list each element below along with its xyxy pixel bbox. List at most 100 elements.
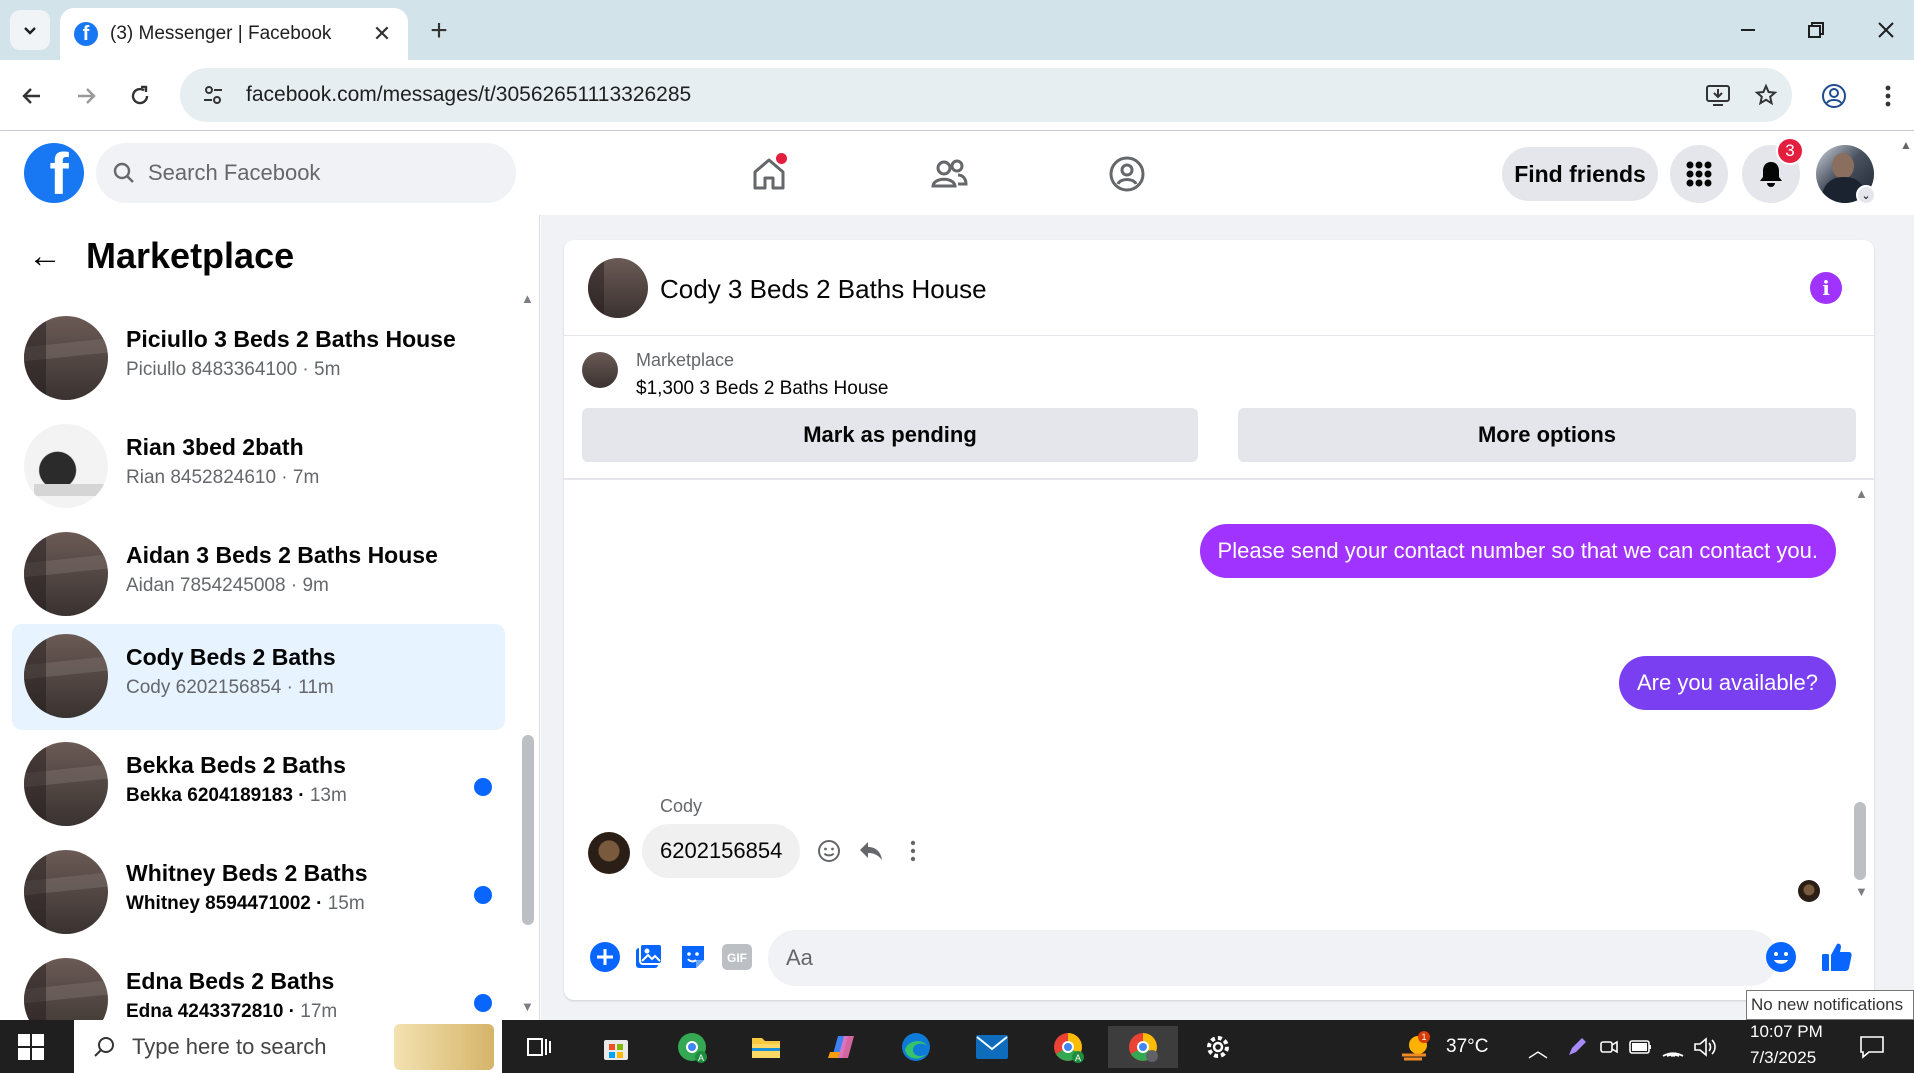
conversation-item[interactable]: Aidan 3 Beds 2 Baths House Aidan 7854245… — [12, 522, 505, 628]
gif-icon[interactable]: GIF — [720, 940, 754, 974]
listing-title[interactable]: $1,300 3 Beds 2 Baths House — [636, 378, 888, 400]
friends-icon — [931, 159, 968, 188]
mark-as-pending-button[interactable]: Mark as pending — [582, 408, 1198, 462]
chrome-profile-b-icon[interactable]: A — [1042, 1026, 1094, 1068]
incoming-message[interactable]: 6202156854 — [642, 824, 801, 878]
sender-avatar[interactable] — [588, 832, 630, 874]
conversation-item-active[interactable]: Cody Beds 2 Baths Cody 6202156854 · 11m — [12, 624, 505, 730]
weather-temperature[interactable]: 37°C — [1446, 1036, 1488, 1058]
chrome-active-icon[interactable] — [1108, 1026, 1178, 1068]
conversation-name: Rian 3bed 2bath — [126, 434, 304, 460]
find-friends-button[interactable]: Find friends — [1502, 147, 1658, 201]
outgoing-message[interactable]: Are you available? — [1618, 656, 1836, 710]
emoji-icon[interactable] — [1764, 940, 1798, 974]
reload-button[interactable] — [122, 78, 158, 114]
chat-title[interactable]: Cody 3 Beds 2 Baths House — [660, 274, 987, 305]
chat-scrollbar[interactable] — [1854, 802, 1866, 880]
chat-photo[interactable] — [588, 258, 648, 318]
facebook-logo[interactable]: f — [24, 143, 84, 203]
forward-button[interactable] — [68, 78, 104, 114]
page-scroll-up-icon[interactable]: ▲ — [1900, 138, 1912, 152]
taskbar-search-input[interactable]: Type here to search — [74, 1020, 502, 1073]
install-app-icon[interactable] — [1696, 73, 1740, 117]
chat-scroll-down-icon[interactable]: ▼ — [1855, 884, 1868, 899]
thumbs-up-icon[interactable] — [1820, 940, 1854, 974]
volume-icon[interactable] — [1690, 1026, 1720, 1068]
task-view-icon[interactable] — [514, 1026, 566, 1068]
back-arrow-icon[interactable]: ← — [28, 237, 62, 276]
pen-icon[interactable] — [1562, 1026, 1592, 1068]
settings-gear-icon[interactable] — [1192, 1026, 1244, 1068]
outgoing-message[interactable]: Please send your contact number so that … — [1199, 524, 1836, 578]
close-tab-icon[interactable]: ✕ — [370, 21, 394, 47]
info-icon[interactable]: i — [1810, 272, 1842, 304]
sidebar-header: ← Marketplace — [28, 235, 294, 277]
sidebar-scrollbar[interactable] — [522, 735, 534, 925]
browser-menu-button[interactable] — [1870, 78, 1906, 114]
conversation-item[interactable]: Edna Beds 2 Baths Edna 4243372810 · 17m — [12, 948, 505, 1020]
message-more-button[interactable] — [896, 834, 930, 868]
conversation-item[interactable]: Rian 3bed 2bath Rian 8452824610 · 7m — [12, 414, 505, 520]
tab-search-button[interactable] — [10, 10, 50, 50]
minimize-button[interactable] — [1728, 12, 1768, 48]
conversation-name: Piciullo 3 Beds 2 Baths House — [126, 326, 456, 352]
minimize-icon — [1741, 29, 1755, 31]
listing-photo[interactable] — [582, 352, 618, 388]
new-tab-button[interactable]: + — [423, 14, 455, 48]
microsoft-store-icon[interactable] — [590, 1026, 642, 1068]
browser-toolbar: facebook.com/messages/t/3056265111332628… — [0, 60, 1914, 130]
wifi-icon[interactable] — [1658, 1026, 1688, 1068]
copilot-icon[interactable] — [816, 1026, 868, 1068]
browser-tab[interactable]: f (3) Messenger | Facebook ✕ — [60, 8, 408, 60]
weather-icon[interactable]: 1 — [1390, 1026, 1442, 1068]
scroll-down-icon[interactable]: ▼ — [521, 999, 534, 1014]
close-window-button[interactable] — [1866, 12, 1906, 48]
nav-home[interactable] — [744, 149, 794, 199]
conversation-item[interactable]: Bekka Beds 2 Baths Bekka 6204189183 · 13… — [12, 732, 505, 838]
conversation-item[interactable]: Whitney Beds 2 Baths Whitney 8594471002 … — [12, 840, 505, 946]
site-settings-icon[interactable] — [198, 80, 228, 110]
chrome-profile-a-icon[interactable]: A — [666, 1026, 718, 1068]
show-hidden-icons-chevron-icon[interactable]: ︿ — [1528, 1034, 1548, 1063]
photo-icon[interactable] — [632, 940, 666, 974]
file-explorer-icon[interactable] — [740, 1026, 792, 1068]
menu-button[interactable] — [1670, 145, 1728, 203]
more-options-button[interactable]: More options — [1238, 408, 1856, 462]
windows-start-icon[interactable] — [18, 1034, 44, 1060]
groups-icon — [1109, 156, 1145, 192]
conversation-item[interactable]: Piciullo 3 Beds 2 Baths House Piciullo 8… — [12, 306, 505, 412]
message-input[interactable]: Aa — [768, 930, 1778, 986]
conversation-preview: Edna 4243372810 · 17m — [126, 1001, 338, 1020]
plus-circle-icon[interactable] — [588, 940, 622, 974]
svg-text:GIF: GIF — [727, 951, 747, 965]
kebab-menu-icon — [1885, 85, 1891, 107]
conversation-preview: Piciullo 8483364100 · 5m — [126, 359, 341, 380]
clock-time[interactable]: 10:07 PM — [1750, 1022, 1823, 1042]
notification-center-icon[interactable] — [1846, 1026, 1898, 1068]
meet-now-icon[interactable] — [1594, 1026, 1624, 1068]
conversation-preview: Rian 8452824610 · 7m — [126, 467, 320, 488]
notifications-button[interactable]: 3 — [1742, 137, 1804, 203]
unread-indicator — [474, 778, 492, 796]
nav-groups[interactable] — [1102, 149, 1152, 199]
battery-icon[interactable] — [1626, 1026, 1656, 1068]
edge-icon[interactable] — [890, 1026, 942, 1068]
address-bar[interactable]: facebook.com/messages/t/3056265111332628… — [180, 68, 1792, 122]
chevron-down-icon[interactable]: ⌄ — [1856, 185, 1876, 205]
restore-button[interactable] — [1796, 12, 1836, 48]
mail-icon[interactable] — [966, 1026, 1018, 1068]
conversation-photo — [24, 316, 108, 400]
facebook-search-input[interactable]: Search Facebook — [96, 143, 516, 203]
bookmark-star-icon[interactable] — [1744, 73, 1788, 117]
nav-friends[interactable] — [924, 149, 974, 199]
back-button[interactable] — [14, 78, 50, 114]
smiley-icon — [818, 840, 840, 862]
svg-text:A: A — [698, 1053, 704, 1063]
clock-date[interactable]: 7/3/2025 — [1750, 1048, 1816, 1068]
chat-scroll-up-icon[interactable]: ▲ — [1855, 486, 1868, 501]
profile-button[interactable] — [1816, 78, 1852, 114]
scroll-up-icon[interactable]: ▲ — [521, 291, 534, 306]
reply-button[interactable] — [854, 834, 888, 868]
sticker-icon[interactable] — [676, 940, 710, 974]
react-button[interactable] — [812, 834, 846, 868]
